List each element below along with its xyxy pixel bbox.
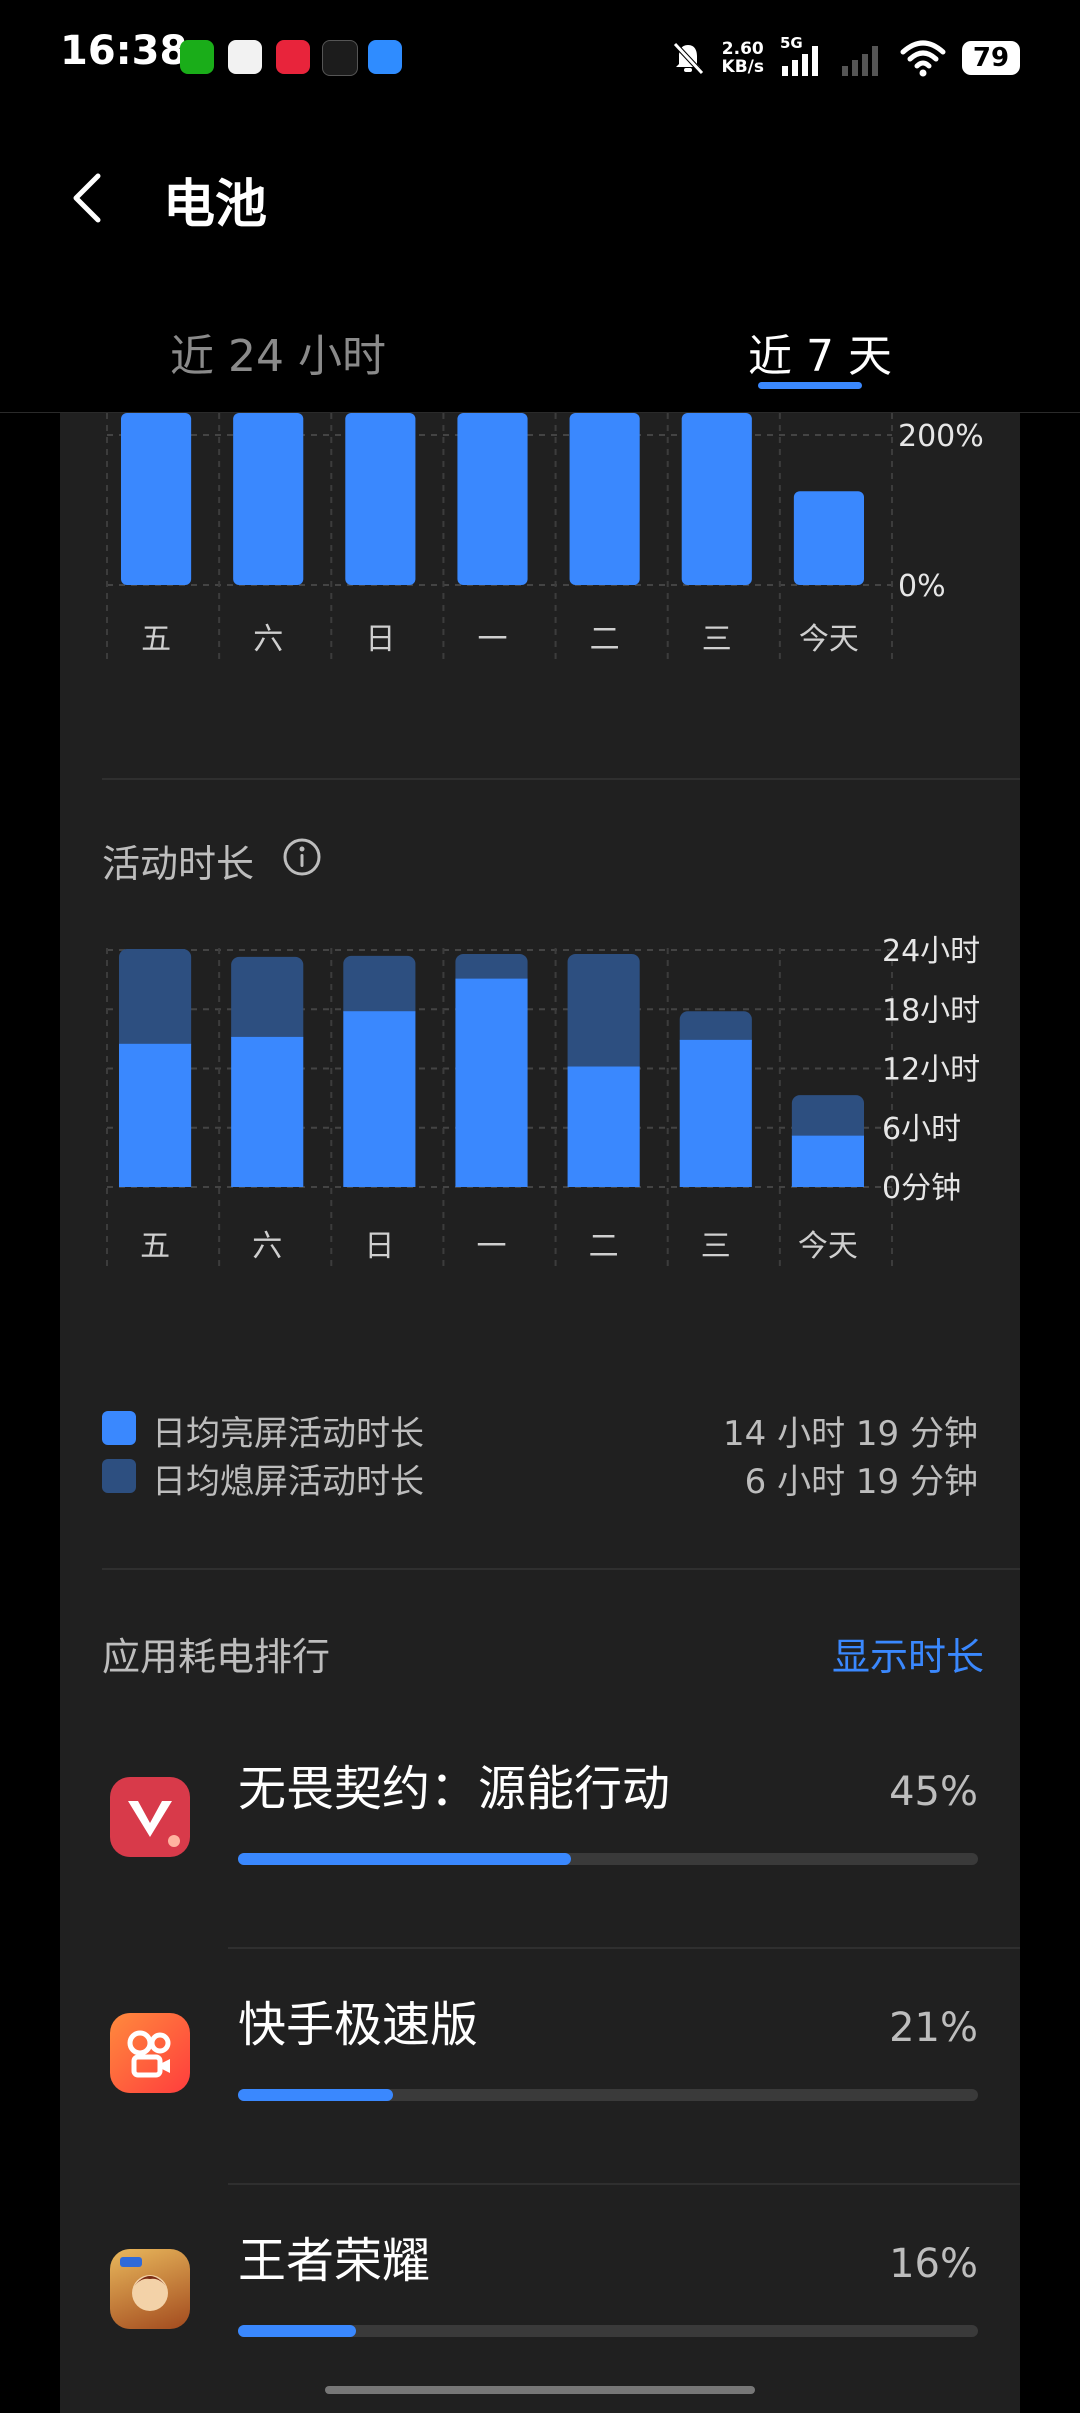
tab-7-days[interactable]: 近 7 天 — [748, 320, 892, 384]
app-progress-fill — [238, 1853, 571, 1865]
chevron-left-icon[interactable] — [60, 168, 120, 228]
battery-usage-chart: 五 六 日 一 二 三 今天 200% 0% — [106, 413, 984, 661]
screen-on-bar — [119, 1043, 192, 1187]
valorant-mobile-icon — [110, 1777, 190, 1857]
usage-bar — [345, 413, 416, 585]
net-speed: 2.60 KB/s — [722, 40, 764, 76]
legend-screen-on: 日均亮屏活动时长 14 小时 19 分钟 — [102, 1406, 978, 1454]
y-tick-label: 24小时 — [882, 934, 980, 969]
activity-title: 活动时长 — [102, 842, 255, 886]
usage-bar — [793, 491, 864, 585]
screen-off-bar — [343, 955, 416, 1020]
usage-bar — [681, 413, 752, 585]
wifi-icon — [900, 40, 946, 77]
app-name: 快手极速版 — [238, 1997, 479, 2053]
info-icon[interactable] — [282, 837, 322, 877]
y-tick-label: 200% — [898, 419, 984, 454]
signal-5g: 5G — [780, 34, 824, 78]
x-tick-label: 一 — [477, 1229, 507, 1264]
status-right: 2.60 KB/s 5G 79 — [670, 30, 1020, 86]
screen-off-bar — [119, 949, 192, 1052]
app-percent: 45% — [889, 1769, 978, 1815]
status-bar: 16:38 2.60 KB/s 5G 79 — [0, 0, 1080, 115]
net-speed-unit: KB/s — [721, 57, 764, 77]
x-tick-label: 今天 — [799, 622, 859, 657]
legend-label: 日均亮屏活动时长 — [152, 1414, 424, 1454]
home-indicator[interactable] — [325, 2386, 755, 2394]
app-progress-track — [238, 2325, 978, 2337]
usage-bar — [233, 413, 304, 585]
tab-24-hours[interactable]: 近 24 小时 — [170, 320, 386, 384]
xiaohongshu-icon — [276, 40, 310, 74]
legend-swatch-screen-off — [102, 1459, 136, 1493]
signal-icon — [842, 46, 878, 76]
legend-swatch-screen-on — [102, 1411, 136, 1445]
dewu-icon — [322, 40, 358, 76]
x-tick-label: 六 — [253, 622, 283, 657]
x-tick-label: 五 — [140, 1229, 170, 1264]
screen-on-bar — [343, 1011, 416, 1187]
section-divider — [102, 1568, 1020, 1570]
x-tick-label: 今天 — [798, 1229, 858, 1264]
feishu-icon — [368, 40, 402, 74]
app-progress-fill — [238, 2325, 357, 2337]
status-time: 16:38 — [60, 28, 188, 74]
screen-on-bar — [791, 1135, 864, 1187]
app-row[interactable]: 快手极速版 21% — [60, 1949, 1020, 2185]
legend-value: 14 小时 19 分钟 — [723, 1414, 978, 1454]
app-row[interactable]: 王者荣耀 16% — [60, 2185, 1020, 2413]
y-tick-label: 0% — [898, 569, 946, 604]
ranking-title: 应用耗电排行 — [102, 1635, 331, 1679]
app-name: 王者荣耀 — [238, 2233, 431, 2289]
page-title: 电池 — [163, 175, 268, 235]
x-tick-label: 三 — [701, 1229, 731, 1264]
screen-on-bar — [679, 1039, 752, 1187]
show-duration-button[interactable]: 显示时长 — [832, 1626, 984, 1681]
y-tick-label: 0分钟 — [882, 1171, 961, 1206]
x-tick-label: 六 — [252, 1229, 282, 1264]
x-tick-label: 三 — [702, 622, 732, 657]
network-type: 5G — [780, 34, 803, 52]
app-row[interactable]: 无畏契约：源能行动 45% — [60, 1713, 1020, 1949]
x-tick-label: 日 — [365, 622, 395, 657]
legend-value: 6 小时 19 分钟 — [744, 1462, 978, 1502]
screen-on-bar — [231, 1036, 304, 1187]
net-speed-value: 2.60 — [721, 39, 764, 59]
x-tick-label: 五 — [141, 622, 171, 657]
x-tick-label: 二 — [589, 1229, 619, 1264]
screen-on-bar — [567, 1066, 640, 1187]
y-tick-label: 18小时 — [882, 993, 980, 1028]
section-divider — [102, 778, 1020, 780]
legend-screen-off: 日均熄屏活动时长 6 小时 19 分钟 — [102, 1454, 978, 1502]
header: 电池 — [0, 140, 1080, 260]
app-name: 无畏契约：源能行动 — [238, 1761, 671, 1817]
app-percent: 21% — [889, 2005, 978, 2051]
honor-of-kings-icon — [110, 2249, 190, 2329]
legend-label: 日均熄屏活动时长 — [152, 1462, 424, 1502]
screen-off-bar — [567, 953, 640, 1075]
battery-card[interactable]: 五六日一二三今天 200% 0% 活动时长 五六日一二三今天 0分钟 6小时 12小时 18… — [60, 413, 1020, 2413]
screen-off-bar — [231, 956, 304, 1045]
screen-on-bar — [455, 978, 528, 1187]
active-tab-indicator — [758, 382, 862, 389]
mute-bell-icon — [672, 42, 704, 75]
usage-bar — [457, 413, 528, 585]
battery-indicator: 79 — [962, 41, 1020, 75]
period-tabs: 近 24 小时 近 7 天 — [0, 300, 1080, 413]
x-tick-label: 二 — [590, 622, 620, 657]
wechat-icon — [180, 40, 214, 74]
app-progress-track — [238, 1853, 978, 1865]
x-tick-label: 一 — [478, 622, 508, 657]
y-tick-label: 6小时 — [882, 1112, 961, 1147]
x-tick-label: 日 — [364, 1229, 394, 1264]
kuaishou-lite-icon — [110, 2013, 190, 2093]
y-tick-label: 12小时 — [882, 1053, 980, 1088]
activity-duration-chart: 五 六 日 一 二 三 今天 0分钟 6小时 12小时 18小时 24小时 — [106, 934, 980, 1268]
app-progress-track — [238, 2089, 978, 2101]
app-percent: 16% — [889, 2241, 978, 2287]
qq-icon — [228, 40, 262, 74]
usage-bar — [121, 413, 192, 585]
app-progress-fill — [238, 2089, 394, 2101]
usage-bar — [569, 413, 640, 585]
